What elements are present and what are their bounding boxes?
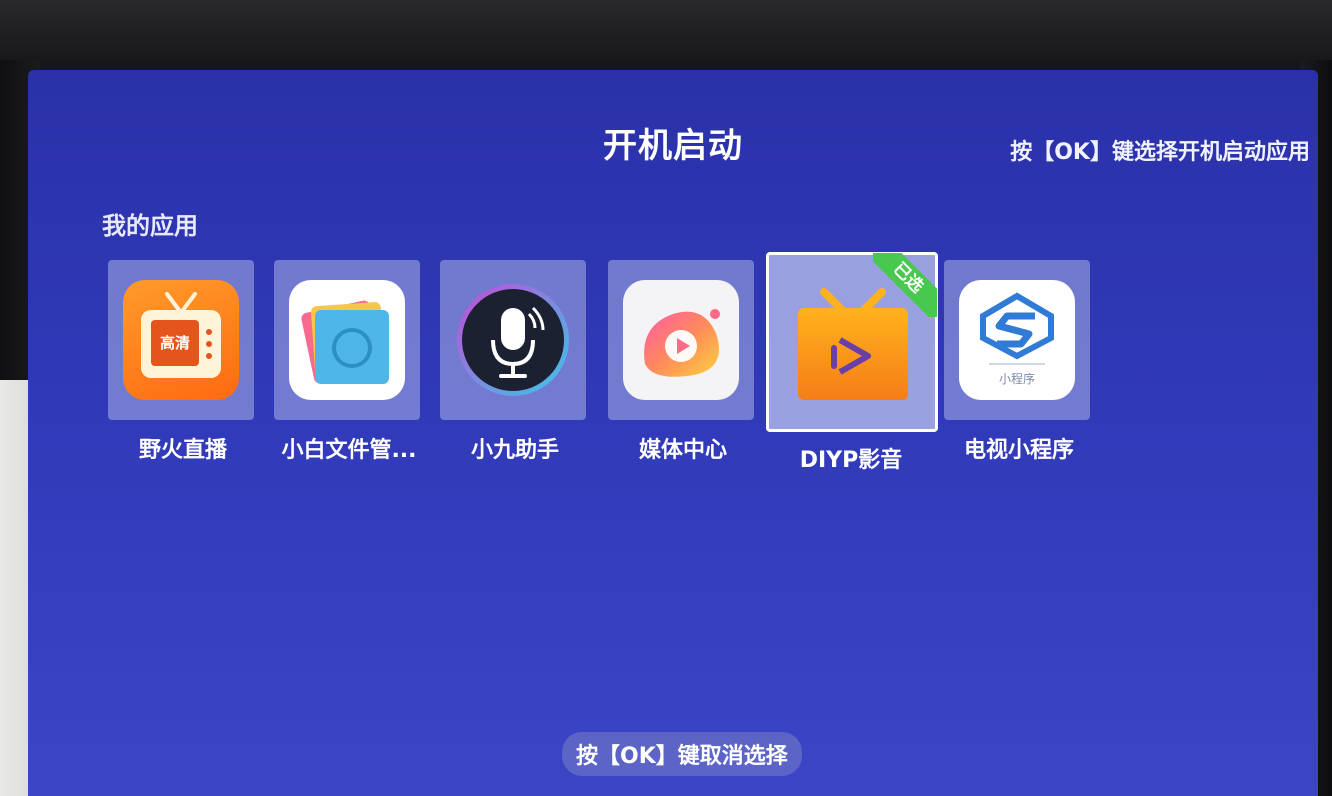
file-manager-icon <box>289 280 405 400</box>
app-item-diyp[interactable]: 已选 DIYP影音 <box>766 252 938 474</box>
app-tile-selected[interactable]: 已选 <box>766 252 938 432</box>
monitor-bezel-top <box>0 0 1332 70</box>
app-grid: 高清 野火直播 小白文件管... 小九助手 媒体中心 已选 DIYP影音 小程序… <box>106 252 1206 480</box>
app-tile[interactable]: 小程序 <box>944 260 1090 420</box>
section-label-my-apps: 我的应用 <box>102 212 198 240</box>
top-hint: 按【OK】键选择开机启动应用 <box>1010 140 1310 165</box>
app-tile[interactable]: 高清 <box>108 260 254 420</box>
app-tile[interactable] <box>440 260 586 420</box>
app-item-media-center[interactable]: 媒体中心 <box>608 260 758 464</box>
app-item-file-manager[interactable]: 小白文件管... <box>274 260 424 464</box>
tv-screen: 开机启动 按【OK】键选择开机启动应用 我的应用 高清 野火直播 小白文件管..… <box>28 70 1318 796</box>
tv-hd-icon-text: 高清 <box>159 334 190 352</box>
media-center-icon <box>623 280 739 400</box>
selected-badge: 已选 <box>873 253 937 317</box>
mini-program-icon: 小程序 <box>959 280 1075 400</box>
app-label: 媒体中心 <box>638 438 727 463</box>
tv-hd-icon: 高清 <box>123 280 239 400</box>
bottom-hint: 按【OK】键取消选择 <box>562 732 802 776</box>
app-tile[interactable] <box>274 260 420 420</box>
microphone-icon <box>453 280 573 400</box>
app-item-xiaojiu[interactable]: 小九助手 <box>440 260 590 464</box>
app-label: 野火直播 <box>138 438 227 463</box>
mini-program-icon-text: 小程序 <box>998 372 1035 386</box>
app-label: 小白文件管... <box>281 438 417 463</box>
app-label: DIYP影音 <box>799 448 903 473</box>
app-item-tv-mini-program[interactable]: 小程序 电视小程序 <box>944 260 1094 464</box>
selected-badge-text: 已选 <box>873 253 937 317</box>
app-item-yehuo[interactable]: 高清 野火直播 <box>108 260 258 464</box>
app-tile[interactable] <box>608 260 754 420</box>
app-label: 电视小程序 <box>963 438 1074 463</box>
app-label: 小九助手 <box>470 438 559 463</box>
